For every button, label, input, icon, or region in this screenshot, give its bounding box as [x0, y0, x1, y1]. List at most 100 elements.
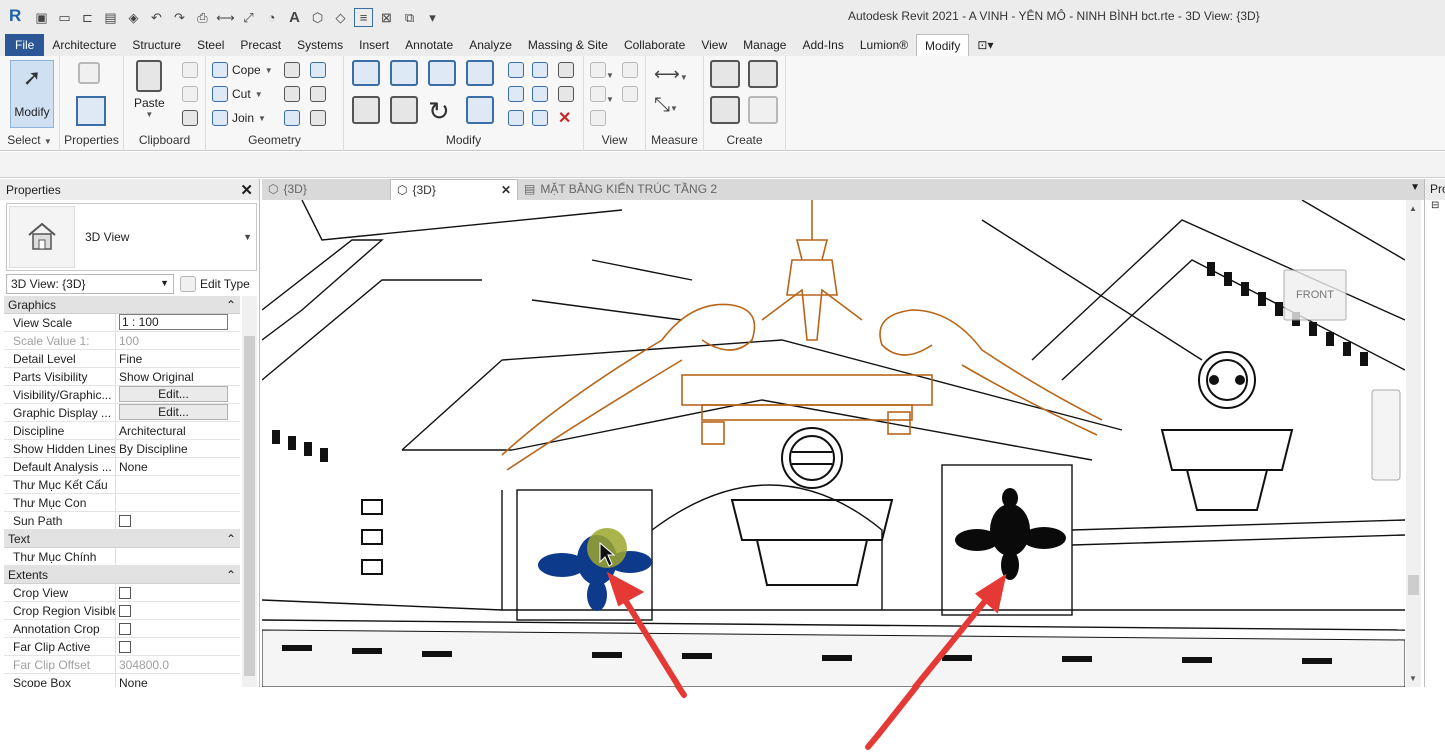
section-text[interactable]: Text ⌃ [4, 530, 240, 548]
property-value[interactable] [116, 494, 240, 511]
ribbon-minimize-icon[interactable]: ⊡▾ [969, 34, 1001, 56]
hammer-icon[interactable] [310, 110, 326, 129]
new-file-icon[interactable]: ▭ [55, 8, 74, 27]
properties-button-icon[interactable] [76, 96, 106, 126]
print-icon[interactable]: ⎙ [193, 8, 212, 27]
tag-icon[interactable]: ◔ [262, 8, 281, 27]
redo-icon[interactable]: ↷ [170, 8, 189, 27]
tab-systems[interactable]: Systems [289, 34, 351, 56]
view-tab-3d-inactive[interactable]: ⬡ {3D} [262, 179, 390, 200]
tab-add-ins[interactable]: Add-Ins [794, 34, 851, 56]
wall-joins-icon[interactable] [284, 86, 300, 105]
tab-steel[interactable]: Steel [189, 34, 232, 56]
trim-single-icon[interactable] [508, 110, 524, 129]
scroll-thumb[interactable] [1408, 575, 1419, 595]
property-value[interactable]: Architectural [116, 422, 240, 439]
property-value[interactable]: Edit... [116, 404, 240, 421]
tab-manage[interactable]: Manage [735, 34, 794, 56]
split-element-icon[interactable] [508, 62, 524, 81]
revit-logo[interactable]: R [9, 6, 21, 26]
property-value[interactable]: Show Original [116, 368, 240, 385]
property-value[interactable]: Fine [116, 350, 240, 367]
view-tab-floor-plan[interactable]: ▤ MẶT BẰNG KIẾN TRÚC TẦNG 2 [518, 179, 758, 200]
save-icon[interactable]: ▤ [101, 8, 120, 27]
tab-modify[interactable]: Modify [916, 34, 970, 56]
modify-tool-button[interactable]: ➚ Modify [10, 60, 54, 128]
tab-view[interactable]: View [693, 34, 735, 56]
copy-icon[interactable] [182, 86, 198, 105]
scroll-up-icon[interactable]: ▲ [1409, 204, 1417, 213]
tab-annotate[interactable]: Annotate [397, 34, 461, 56]
mirror-axis-icon[interactable] [428, 60, 456, 89]
property-value[interactable]: Edit... [116, 386, 240, 403]
section-extents[interactable]: Extents ⌃ [4, 566, 240, 584]
split-gap-icon[interactable] [532, 62, 548, 81]
checkbox[interactable] [119, 587, 131, 599]
linework-icon[interactable] [284, 110, 300, 129]
create-group-icon[interactable] [710, 96, 740, 127]
property-value[interactable] [116, 548, 240, 565]
select-panel-label[interactable]: Select ▼ [0, 133, 59, 147]
hide-bulb-icon[interactable]: ▼ [590, 62, 614, 81]
customize-qat-icon[interactable]: ▾ [423, 8, 442, 27]
override-icon[interactable] [622, 62, 638, 81]
tab-lumion[interactable]: Lumion® [852, 34, 916, 56]
view-tab-3d-active[interactable]: ⬡ {3D} ✕ [390, 179, 518, 200]
switch-windows-icon[interactable]: ⧉ [400, 8, 419, 27]
chevron-down-icon[interactable]: ▼ [243, 232, 252, 242]
canvas-vertical-scrollbar[interactable]: ▲ ▼ [1406, 200, 1421, 687]
create-similar-icon[interactable] [748, 96, 778, 127]
sync-icon[interactable]: ◈ [124, 8, 143, 27]
tab-collaborate[interactable]: Collaborate [616, 34, 693, 56]
array-icon[interactable] [508, 86, 524, 105]
property-value[interactable] [116, 512, 240, 529]
copy-element-icon[interactable] [390, 96, 418, 127]
property-value[interactable]: 100 [116, 332, 240, 349]
create-assembly-icon[interactable] [710, 60, 740, 91]
property-value[interactable]: 304800.0 [116, 656, 240, 673]
open-folder-icon[interactable]: ⊏ [78, 8, 97, 27]
cut-geometry-button[interactable]: Cut ▼ [212, 86, 263, 102]
tab-precast[interactable]: Precast [232, 34, 289, 56]
dimension-icon[interactable]: ⤢ [239, 8, 258, 27]
property-value[interactable] [116, 638, 240, 655]
rotate-icon[interactable]: ↻ [428, 96, 450, 127]
match-type-icon[interactable] [182, 110, 198, 129]
property-value[interactable] [116, 584, 240, 601]
checkbox[interactable] [119, 605, 131, 617]
section-icon[interactable]: ◇ [331, 8, 350, 27]
collapse-icon[interactable]: ⌃ [226, 568, 236, 582]
close-hidden-icon[interactable]: ⊠ [377, 8, 396, 27]
scroll-down-icon[interactable]: ▼ [1409, 674, 1417, 683]
move-icon[interactable] [352, 96, 380, 127]
paint-icon[interactable] [310, 62, 326, 81]
trim-multiple-icon[interactable] [532, 110, 548, 129]
aligned-dimension-icon[interactable]: ⤡▼ [654, 94, 678, 117]
cope-button[interactable]: Cope ▼ [212, 62, 273, 78]
3d-view-icon[interactable]: ⬡ [308, 8, 327, 27]
tab-structure[interactable]: Structure [124, 34, 189, 56]
tab-file[interactable]: File [5, 34, 45, 56]
property-value[interactable] [116, 476, 240, 493]
tab-massing-site[interactable]: Massing & Site [520, 34, 616, 56]
edit-type-button[interactable]: Edit Type [180, 276, 250, 292]
undo-icon[interactable]: ↶ [147, 8, 166, 27]
home-icon[interactable]: ▣ [32, 8, 51, 27]
offset-icon[interactable] [390, 60, 418, 89]
create-parts-icon[interactable] [748, 60, 778, 91]
property-value[interactable]: None [116, 674, 240, 687]
checkbox[interactable] [119, 515, 131, 527]
property-value[interactable]: By Discipline [116, 440, 240, 457]
instance-filter-dropdown[interactable]: 3D View: {3D} ▼ [6, 274, 174, 294]
measure-between-icon[interactable]: ⟷▼ [654, 64, 688, 85]
close-icon[interactable]: ✕ [501, 180, 511, 201]
tab-list-icon[interactable]: ▼ [1410, 182, 1420, 193]
tab-architecture[interactable]: Architecture [44, 34, 124, 56]
unpin-icon[interactable] [558, 62, 574, 81]
measure-icon[interactable]: ⟷ [216, 8, 235, 27]
type-properties-icon[interactable] [78, 62, 100, 87]
split-face-icon[interactable] [284, 62, 300, 81]
collapse-icon[interactable]: ⌃ [226, 298, 236, 312]
cut-scissors-icon[interactable] [182, 62, 198, 81]
thin-lines-icon[interactable]: ≡ [354, 8, 373, 27]
